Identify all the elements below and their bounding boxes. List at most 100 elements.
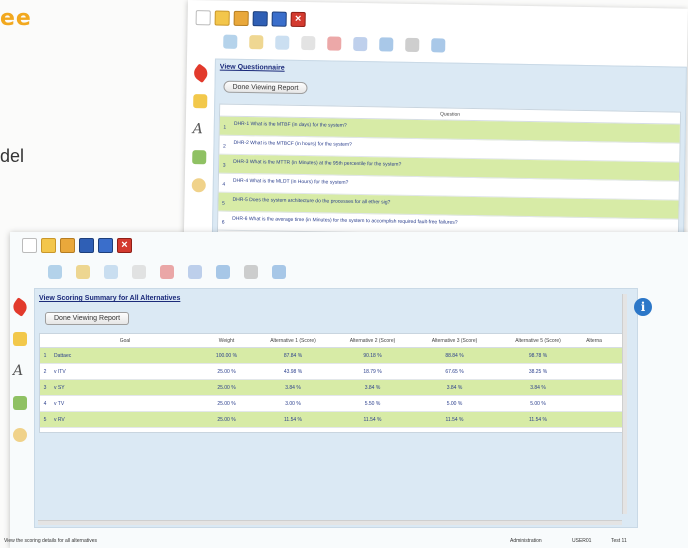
- wrench-icon[interactable]: [244, 265, 258, 279]
- document-icon[interactable]: [104, 265, 118, 279]
- table-row[interactable]: 1 Dattaec 100.00 % 87.84 % 90.18 % 88.84…: [40, 348, 624, 364]
- column-header-alt5[interactable]: Alternative 5 (Score): [497, 334, 579, 347]
- open-folder-icon[interactable]: [60, 238, 75, 253]
- close-icon[interactable]: ×: [290, 11, 306, 28]
- goal-cell: v RV: [54, 417, 65, 423]
- table-row[interactable]: 2 v ITV 25.00 % 43.98 % 18.79 % 67.65 % …: [40, 364, 624, 380]
- blank-icon[interactable]: [301, 35, 316, 51]
- open-folder-icon[interactable]: [233, 10, 249, 27]
- scoring-summary-window: × A View Scoring Summary for All Alterna…: [4, 232, 688, 548]
- row-number: 4: [222, 181, 226, 188]
- alt2-cell: 5.50 %: [364, 401, 381, 407]
- chart-icon[interactable]: [223, 34, 238, 49]
- table-row[interactable]: 3 v SY 25.00 % 3.84 % 3.84 % 3.84 % 3.84…: [40, 380, 624, 396]
- horizontal-scrollbar[interactable]: [38, 520, 622, 525]
- row-number: 1: [43, 353, 47, 359]
- save-as-icon[interactable]: [271, 11, 287, 27]
- report-icon[interactable]: [249, 35, 264, 50]
- alt5-cell: 38.25 %: [528, 369, 548, 375]
- column-header: [40, 334, 50, 347]
- alt2-cell: 3.84 %: [364, 385, 381, 391]
- alt5-cell: 98.78 %: [528, 353, 548, 359]
- pin-icon[interactable]: [190, 63, 211, 84]
- row-number: 3: [222, 162, 226, 169]
- done-viewing-report-button[interactable]: Done Viewing Report: [223, 80, 308, 95]
- search-icon[interactable]: [13, 428, 27, 442]
- weight-cell: 25.00 %: [217, 369, 236, 375]
- screenshot-stage: ee del × A View Questionnaire Done Viewi…: [0, 0, 688, 548]
- done-viewing-report-button[interactable]: Done Viewing Report: [45, 312, 130, 325]
- users-icon[interactable]: [192, 150, 207, 165]
- wrench-icon[interactable]: [405, 37, 420, 53]
- users-icon[interactable]: [379, 37, 394, 52]
- main-toolbar: ×: [195, 10, 306, 28]
- questionnaire-table: Question 1 DHR-1 What is the MTBF (in day…: [216, 103, 682, 252]
- save-icon[interactable]: [79, 238, 94, 253]
- tools-icon[interactable]: [160, 265, 174, 279]
- questionnaire-window: × A View Questionnaire Done Viewing Repo…: [183, 0, 688, 254]
- row-number: 3: [43, 385, 47, 391]
- alt5-cell: 5.00 %: [530, 401, 546, 407]
- pin-icon[interactable]: [10, 297, 30, 317]
- document-icon[interactable]: [275, 35, 290, 50]
- blank-icon[interactable]: [132, 265, 146, 279]
- save-as-icon[interactable]: [98, 238, 113, 253]
- column-header-alt1[interactable]: Alternative 1 (Score): [253, 334, 333, 347]
- column-header-alt3[interactable]: Alternative 3 (Score): [412, 334, 497, 347]
- save-icon[interactable]: [252, 11, 268, 27]
- row-number: 1: [223, 124, 227, 131]
- new-doc-icon[interactable]: [22, 238, 37, 253]
- table-row[interactable]: 5 v RV 25.00 % 11.54 % 11.54 % 11.54 % 1…: [40, 412, 624, 428]
- tools-icon[interactable]: [327, 36, 342, 51]
- open-folder-icon[interactable]: [41, 238, 56, 253]
- column-header-more[interactable]: Alterna: [579, 334, 609, 347]
- users-icon[interactable]: [13, 396, 27, 410]
- open-folder-icon[interactable]: [214, 10, 230, 26]
- status-test: Test 11: [611, 538, 627, 544]
- row-number: 2: [43, 369, 47, 375]
- alt3-cell: 3.84 %: [446, 385, 463, 391]
- weight-cell: 100.00 %: [215, 353, 238, 359]
- users-icon[interactable]: [216, 265, 230, 279]
- export-icon[interactable]: [272, 265, 286, 279]
- chart-icon[interactable]: [48, 265, 62, 279]
- side-toolbar: A: [10, 297, 30, 442]
- alt2-cell: 18.79 %: [363, 369, 382, 375]
- status-message: View the scoring details for all alterna…: [4, 538, 98, 544]
- view-questionnaire-link[interactable]: View Questionnaire: [220, 64, 285, 72]
- column-header-weight[interactable]: Weight: [200, 334, 253, 347]
- goal-cell: v ITV: [54, 369, 66, 375]
- report-icon[interactable]: [76, 265, 90, 279]
- secondary-toolbar: [48, 265, 286, 279]
- background-text-fragment: del: [0, 146, 25, 166]
- column-header-alt2[interactable]: Alternative 2 (Score): [333, 334, 412, 347]
- goal-cell: v SY: [54, 385, 65, 391]
- export-icon[interactable]: [431, 38, 446, 53]
- alt3-cell: 67.65 %: [445, 369, 464, 375]
- info-icon[interactable]: i: [634, 298, 652, 316]
- questionnaire-panel: View Questionnaire Done Viewing Report Q…: [211, 58, 687, 254]
- globe-icon[interactable]: [353, 36, 368, 52]
- alt3-cell: 11.54 %: [445, 417, 464, 423]
- view-scoring-summary-link[interactable]: View Scoring Summary for All Alternative…: [39, 295, 180, 302]
- alt2-cell: 90.18 %: [363, 353, 382, 359]
- alt5-cell: 3.84 %: [530, 385, 546, 391]
- row-number: 2: [223, 143, 226, 150]
- new-doc-icon[interactable]: [195, 10, 211, 26]
- row-number: 5: [222, 200, 225, 207]
- alt2-cell: 11.54 %: [363, 417, 382, 423]
- star-icon[interactable]: [193, 94, 208, 109]
- row-number: 6: [221, 219, 225, 226]
- alt1-cell: 3.84 %: [285, 385, 301, 391]
- star-icon[interactable]: [13, 332, 27, 346]
- pen-icon[interactable]: A: [193, 121, 207, 137]
- table-row[interactable]: 4 v TV 25.00 % 3.00 % 5.50 % 5.00 % 5.00…: [40, 396, 624, 412]
- close-icon[interactable]: ×: [117, 238, 132, 253]
- weight-cell: 25.00 %: [217, 417, 236, 423]
- pen-icon[interactable]: A: [13, 364, 27, 378]
- globe-icon[interactable]: [188, 265, 202, 279]
- vertical-scrollbar[interactable]: [622, 294, 627, 514]
- scoring-table: Goal Weight Alternative 1 (Score) Altern…: [39, 333, 625, 433]
- column-header-goal[interactable]: Goal: [50, 334, 200, 347]
- search-icon[interactable]: [191, 178, 206, 193]
